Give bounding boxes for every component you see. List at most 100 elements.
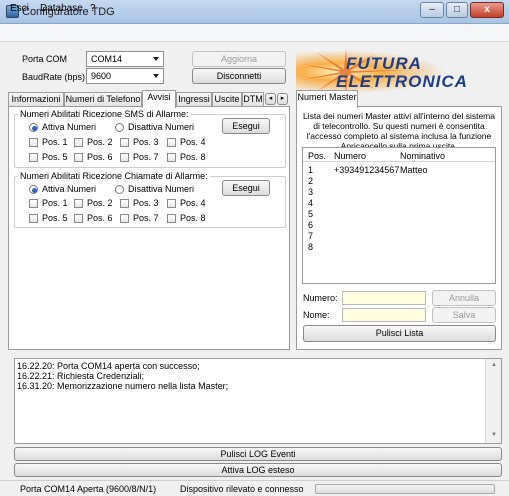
log-line: 16.31.20: Memorizzazione numero nella li… (17, 381, 229, 391)
chevron-down-icon (153, 57, 159, 61)
sms-pos3-label: Pos. 3 (133, 137, 159, 147)
sms-disable-radio[interactable] (115, 123, 124, 132)
row-pos[interactable]: 6 (308, 220, 313, 230)
sms-pos1-label: Pos. 1 (42, 137, 68, 147)
log-line: 16.22.21: Richiesta Credenziali; (17, 371, 145, 381)
pulisci-lista-button[interactable]: Pulisci Lista (303, 325, 496, 342)
disconnect-button[interactable]: Disconnetti (192, 68, 286, 84)
menu-bar (0, 24, 509, 42)
sms-enable-label: Attiva Numeri (42, 122, 97, 132)
menu-esci[interactable]: Esci (10, 3, 29, 14)
call-pos7-label: Pos. 7 (133, 213, 159, 223)
salva-button[interactable]: Salva (432, 307, 496, 323)
port-label: Porta COM (22, 54, 68, 64)
call-pos4-checkbox[interactable] (167, 199, 176, 208)
tab-dtm[interactable]: DTM (242, 92, 264, 107)
sms-pos3-checkbox[interactable] (120, 138, 129, 147)
baud-combo[interactable]: 9600 (86, 68, 164, 84)
log-box[interactable]: 16.22.20: Porta COM14 aperta con success… (14, 358, 502, 444)
maximize-button[interactable]: □ (446, 2, 468, 18)
call-execute-button[interactable]: Esegui (222, 180, 270, 196)
row-pos[interactable]: 3 (308, 187, 313, 197)
logo-line2: ELETTRONICA (336, 72, 468, 91)
sms-pos8-label: Pos. 8 (180, 152, 206, 162)
call-pos1-label: Pos. 1 (42, 198, 68, 208)
row-pos[interactable]: 7 (308, 231, 313, 241)
master-description: Lista dei numeri Master attivi all'inter… (302, 111, 495, 151)
annulla-button[interactable]: Annulla (432, 290, 496, 306)
sms-pos8-checkbox[interactable] (167, 153, 176, 162)
sms-pos4-label: Pos. 4 (180, 137, 206, 147)
status-progress (315, 484, 495, 494)
call-pos1-checkbox[interactable] (29, 199, 38, 208)
baud-value: 9600 (91, 71, 112, 81)
row-pos[interactable]: 4 (308, 198, 313, 208)
tab-uscite[interactable]: Uscite (212, 92, 242, 107)
row-pos[interactable]: 2 (308, 176, 313, 186)
port-value: COM14 (91, 54, 123, 64)
menu-database[interactable]: Database (40, 3, 83, 14)
tab-scroll-left-icon[interactable]: ◂ (265, 93, 276, 105)
logo-line1: FUTURA (346, 54, 422, 73)
call-disable-radio[interactable] (115, 185, 124, 194)
update-button[interactable]: Aggiorna (192, 51, 286, 67)
tab-scroll-right-icon[interactable]: ▸ (277, 93, 288, 105)
call-enable-label: Attiva Numeri (42, 184, 97, 194)
call-pos4-label: Pos. 4 (180, 198, 206, 208)
list-header (303, 148, 495, 162)
tab-numeri-telefono[interactable]: Numeri di Telefono (64, 92, 142, 107)
sms-group-title: Numeri Abilitati Ricezione SMS di Allarm… (18, 109, 191, 119)
nome-label: Nome: (303, 310, 330, 320)
column-nominativo: Nominativo (400, 151, 446, 161)
call-pos2-checkbox[interactable] (74, 199, 83, 208)
tab-numeri-master[interactable]: Numeri Master (296, 90, 358, 108)
status-device: Dispositivo rilevato e connesso (180, 484, 304, 494)
column-pos: Pos. (308, 151, 327, 161)
sms-pos4-checkbox[interactable] (167, 138, 176, 147)
sms-execute-button[interactable]: Esegui (222, 118, 270, 134)
call-pos8-checkbox[interactable] (167, 214, 176, 223)
nome-input[interactable] (342, 308, 426, 322)
sms-enable-radio[interactable] (29, 123, 38, 132)
log-text: 16.22.20: Porta COM14 aperta con success… (17, 361, 228, 391)
call-pos5-checkbox[interactable] (29, 214, 38, 223)
baud-label: BaudRate (bps) (22, 72, 86, 82)
port-combo[interactable]: COM14 (86, 51, 164, 67)
call-pos7-checkbox[interactable] (120, 214, 129, 223)
log-scrollbar[interactable]: ▲ ▼ (485, 359, 501, 443)
clear-log-button[interactable]: Pulisci LOG Eventi (14, 447, 502, 461)
menu-help[interactable]: ? (90, 3, 96, 14)
call-pos5-label: Pos. 5 (42, 213, 68, 223)
chevron-down-icon (153, 74, 159, 78)
extended-log-button[interactable]: Attiva LOG esteso (14, 463, 502, 477)
call-pos6-checkbox[interactable] (74, 214, 83, 223)
call-pos3-checkbox[interactable] (120, 199, 129, 208)
close-button[interactable]: x (470, 2, 504, 18)
row-pos[interactable]: 1 (308, 165, 313, 175)
call-enable-radio[interactable] (29, 185, 38, 194)
row-nome[interactable]: Matteo (400, 165, 428, 175)
log-line: 16.22.20: Porta COM14 aperta con success… (17, 361, 200, 371)
column-numero: Numero (334, 151, 367, 161)
sms-pos5-checkbox[interactable] (29, 153, 38, 162)
sms-pos6-checkbox[interactable] (74, 153, 83, 162)
tab-informazioni[interactable]: Informazioni (8, 92, 64, 107)
scroll-down-icon[interactable]: ▼ (491, 432, 497, 438)
futura-logo: FUTURA ELETTRONICA (296, 50, 502, 94)
minimize-button[interactable]: – (420, 2, 444, 18)
sms-pos1-checkbox[interactable] (29, 138, 38, 147)
sms-disable-label: Disattiva Numeri (128, 122, 195, 132)
row-pos[interactable]: 8 (308, 242, 313, 252)
row-pos[interactable]: 5 (308, 209, 313, 219)
tab-avvisi[interactable]: Avvisi (142, 90, 176, 108)
tab-ingressi[interactable]: Ingressi (176, 92, 212, 107)
call-group-title: Numeri Abilitati Ricezione Chiamate di A… (18, 171, 210, 181)
sms-pos7-checkbox[interactable] (120, 153, 129, 162)
call-pos2-label: Pos. 2 (87, 198, 113, 208)
scroll-up-icon[interactable]: ▲ (491, 362, 497, 368)
numero-input[interactable] (342, 291, 426, 305)
sms-pos2-checkbox[interactable] (74, 138, 83, 147)
master-list[interactable]: Pos. Numero Nominativo 1 +393491234567 M… (302, 147, 496, 284)
sms-pos7-label: Pos. 7 (133, 152, 159, 162)
row-numero[interactable]: +393491234567 (334, 165, 399, 175)
